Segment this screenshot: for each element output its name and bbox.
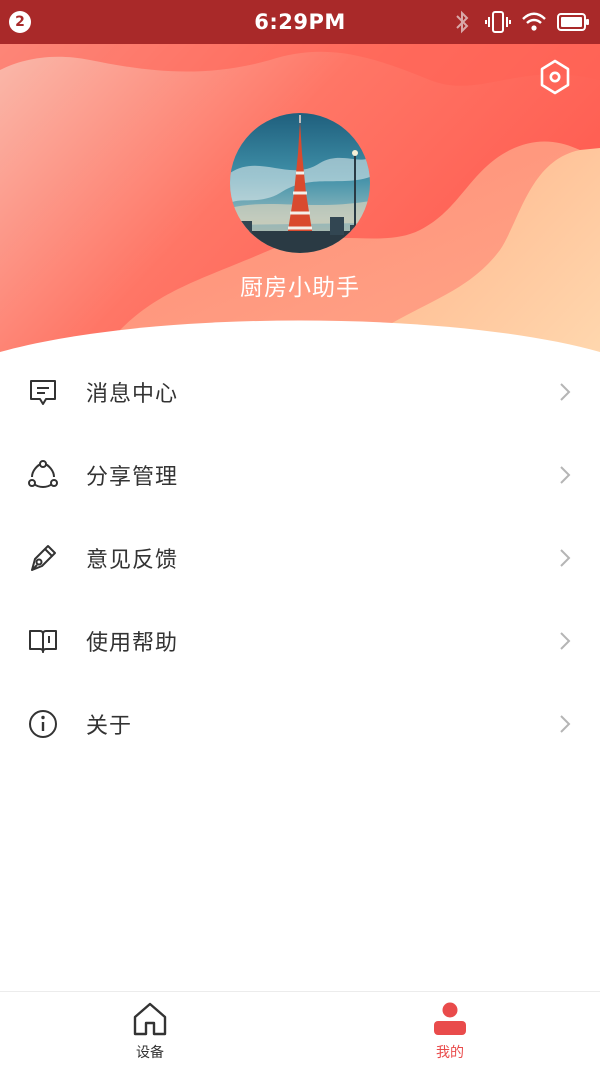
menu-item-label: 使用帮助 bbox=[86, 630, 179, 656]
book-icon bbox=[29, 629, 57, 653]
chevron-right-icon bbox=[560, 465, 571, 484]
menu-item-share[interactable]: 分享管理 bbox=[0, 433, 600, 516]
tab-label: 我的 bbox=[436, 1045, 464, 1061]
bluetooth-icon bbox=[448, 8, 476, 36]
status-bar: 2 6:29PM bbox=[0, 0, 600, 44]
menu-item-help[interactable]: 使用帮助 bbox=[0, 599, 600, 682]
settings-button[interactable] bbox=[536, 58, 574, 96]
chevron-right-icon bbox=[560, 714, 571, 733]
menu-item-label: 关于 bbox=[86, 713, 133, 739]
feedback-pen-icon bbox=[31, 544, 56, 571]
user-icon bbox=[434, 1002, 466, 1035]
menu-item-label: 意见反馈 bbox=[86, 547, 179, 573]
profile-name: 厨房小助手 bbox=[240, 275, 360, 301]
battery-icon bbox=[556, 8, 590, 36]
wifi-icon bbox=[520, 8, 548, 36]
menu-item-about[interactable]: 关于 bbox=[0, 682, 600, 765]
settings-menu: 消息中心 分享管理 意见反馈 使用帮助 关于 bbox=[0, 350, 600, 765]
hexagon-gear-icon bbox=[540, 59, 570, 95]
tab-label: 设备 bbox=[136, 1045, 164, 1061]
chevron-right-icon bbox=[560, 548, 571, 567]
menu-item-label: 消息中心 bbox=[86, 381, 179, 407]
message-icon bbox=[30, 379, 56, 405]
tokyo-tower-photo bbox=[230, 113, 370, 253]
status-time: 6:29PM bbox=[254, 10, 346, 34]
info-icon bbox=[29, 709, 57, 738]
menu-item-label: 分享管理 bbox=[86, 464, 179, 490]
tab-device[interactable]: 设备 bbox=[75, 992, 225, 1067]
menu-item-feedback[interactable]: 意见反馈 bbox=[0, 516, 600, 599]
menu-item-messages[interactable]: 消息中心 bbox=[0, 350, 600, 433]
avatar[interactable] bbox=[230, 113, 370, 253]
vibrate-icon bbox=[484, 8, 512, 36]
chevron-right-icon bbox=[560, 631, 571, 650]
notification-badge: 2 bbox=[9, 11, 31, 33]
chevron-right-icon bbox=[560, 382, 571, 401]
tab-mine[interactable]: 我的 bbox=[375, 992, 525, 1067]
share-icon bbox=[28, 459, 58, 488]
status-icons bbox=[448, 8, 590, 36]
bottom-tab-bar: 设备 我的 bbox=[0, 991, 600, 1067]
home-icon bbox=[133, 1002, 167, 1036]
